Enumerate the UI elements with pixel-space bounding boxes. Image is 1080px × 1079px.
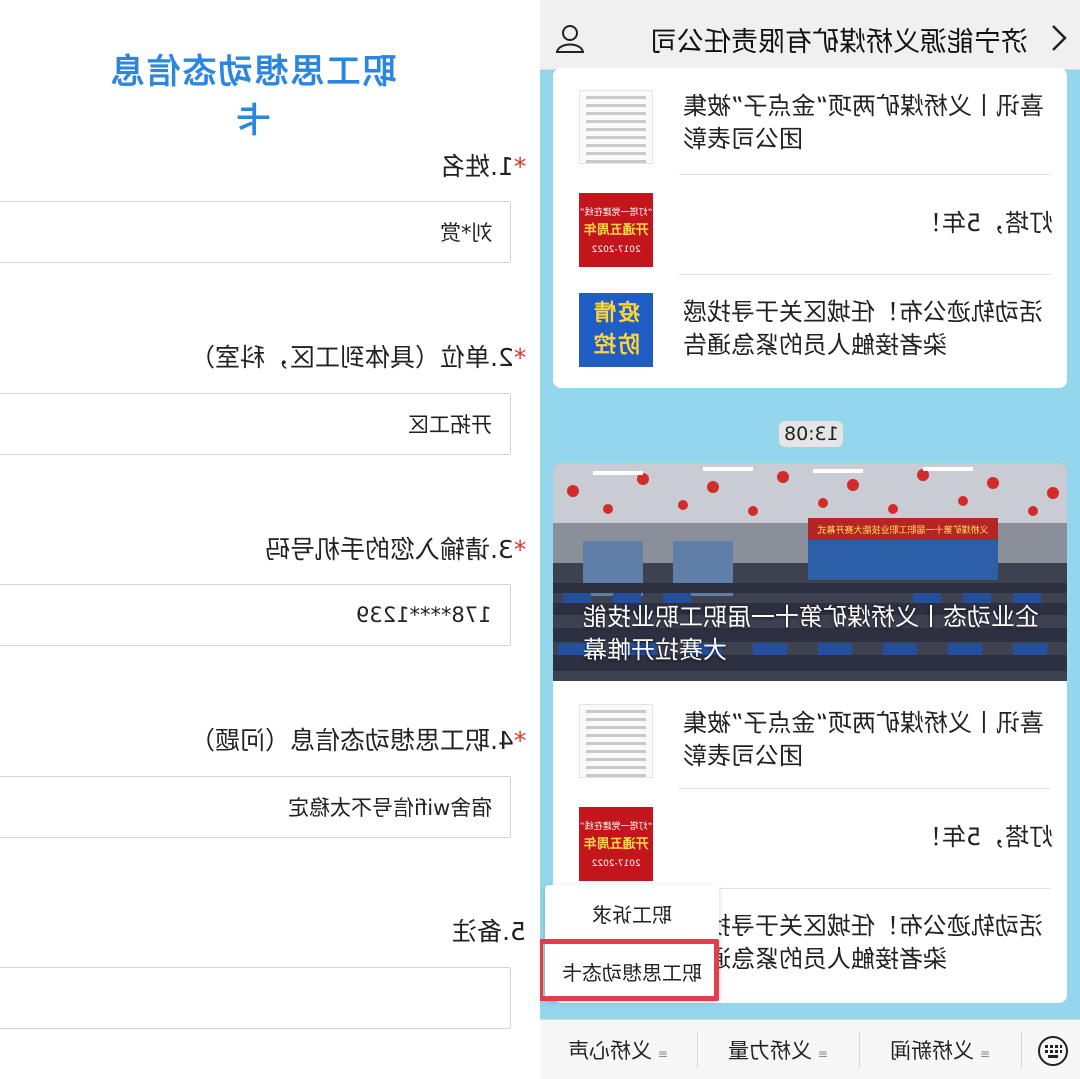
news-item[interactable]: “灯塔一党建在线” 开通五周年 2017-2022 灯塔，5年！ xyxy=(553,788,1067,890)
header-title: 济宁能源义桥煤矿有限责任公司 xyxy=(650,27,1028,58)
unit-field[interactable]: 开拓工区 xyxy=(0,393,511,455)
divider xyxy=(679,174,1051,175)
menu-lines-icon: ≡ xyxy=(979,1047,991,1061)
news-item[interactable]: 喜讯丨义桥煤矿两项“金点子”被集团公司表彰 xyxy=(553,685,1067,787)
menu-item-staff-appeal[interactable]: 职工诉求 xyxy=(545,885,719,942)
chat-header: 济宁能源义桥煤矿有限责任公司 xyxy=(540,0,1080,70)
question-2-label: *2.单位（具体到工区，科室） xyxy=(189,343,526,372)
anniversary-thumbnail: “灯塔一党建在线” 开通五周年 2017-2022 xyxy=(579,193,653,267)
news-card-1: 喜讯丨义桥煤矿两项“金点子”被集团公司表彰 “灯塔一党建在线” 开通五周年 2017… xyxy=(553,68,1067,388)
news-title: 喜讯丨义桥煤矿两项“金点子”被集团公司表彰 xyxy=(683,709,1044,770)
menu-lines-icon: ≡ xyxy=(817,1047,829,1061)
highlight-box xyxy=(540,939,719,1001)
document-thumbnail xyxy=(579,90,653,164)
form-panel: 职工思想动态信息卡 *1.姓名 刘*赏 *2.单位（具体到工区，科室） 开拓工区… xyxy=(0,0,540,1079)
remarks-field[interactable] xyxy=(0,967,511,1029)
question-1-label: *1.姓名 xyxy=(439,152,526,181)
news-item[interactable]: 喜讯丨义桥煤矿两项“金点子”被集团公司表彰 xyxy=(553,68,1067,170)
menu-button-voice[interactable]: ≡义桥心声 xyxy=(540,1020,696,1079)
hero-article[interactable]: 义桥煤矿第十一届职工职业技能大赛开幕式 企业动态丨义桥煤矿第十一届职工职业技能大… xyxy=(553,463,1067,681)
menu-button-news[interactable]: ≡义桥新闻 xyxy=(860,1020,1020,1079)
back-icon[interactable] xyxy=(1045,22,1071,54)
news-title: 灯塔，5年！ xyxy=(917,823,1053,851)
menu-button-strength[interactable]: ≡义桥力量 xyxy=(698,1020,858,1079)
document-thumbnail xyxy=(579,704,653,778)
form-title: 职工思想动态信息卡 xyxy=(108,52,397,141)
stage-banner-text: 义桥煤矿第十一届职工职业技能大赛开幕式 xyxy=(817,524,988,536)
issue-field[interactable]: 宿舍wifi信号不太稳定 xyxy=(0,776,511,838)
news-title: 活动轨迹公布！任城区关于寻找感染者接触人员的紧急通告 xyxy=(683,298,1043,359)
menu-lines-icon: ≡ xyxy=(657,1047,669,1061)
user-icon[interactable] xyxy=(554,22,586,54)
name-field[interactable]: 刘*赏 xyxy=(0,201,511,263)
divider xyxy=(679,788,1051,789)
anniversary-thumbnail: “灯塔一党建在线” 开通五周年 2017-2022 xyxy=(579,807,653,881)
chat-panel: 济宁能源义桥煤矿有限责任公司 喜讯丨义桥煤矿两项“金点子”被集团公司表彰 “灯塔… xyxy=(540,0,1080,1079)
bottom-menu-bar: ≡义桥心声 ≡义桥力量 ≡义桥新闻 xyxy=(540,1019,1080,1079)
keyboard-icon[interactable] xyxy=(1037,1035,1069,1067)
hero-caption: 企业动态丨义桥煤矿第十一届职工职业技能大赛拉开帷幕 xyxy=(583,603,1039,664)
news-item[interactable]: 疫情 防控 活动轨迹公布！任城区关于寻找感染者接触人员的紧急通告 xyxy=(553,274,1067,376)
phone-field[interactable]: 178****1239 xyxy=(0,584,511,646)
question-3-label: *3.请输入您的手机号码 xyxy=(264,535,526,564)
news-item[interactable]: “灯塔一党建在线” 开通五周年 2017-2022 灯塔，5年！ xyxy=(553,174,1067,276)
divider xyxy=(679,274,1051,275)
divider xyxy=(679,888,1051,889)
question-4-label: *4.职工思想动态信息（问题） xyxy=(189,726,526,755)
divider xyxy=(1021,1032,1022,1068)
news-title: 活动轨迹公布！任城区关于寻找感染者接触人员的紧急通告 xyxy=(683,912,1043,973)
news-title: 喜讯丨义桥煤矿两项“金点子”被集团公司表彰 xyxy=(683,92,1044,153)
question-5-label: 5.备注 xyxy=(452,917,526,946)
news-title: 灯塔，5年！ xyxy=(917,209,1053,237)
time-badge: 13:08 xyxy=(779,421,843,447)
epidemic-thumbnail: 疫情 防控 xyxy=(579,293,653,367)
